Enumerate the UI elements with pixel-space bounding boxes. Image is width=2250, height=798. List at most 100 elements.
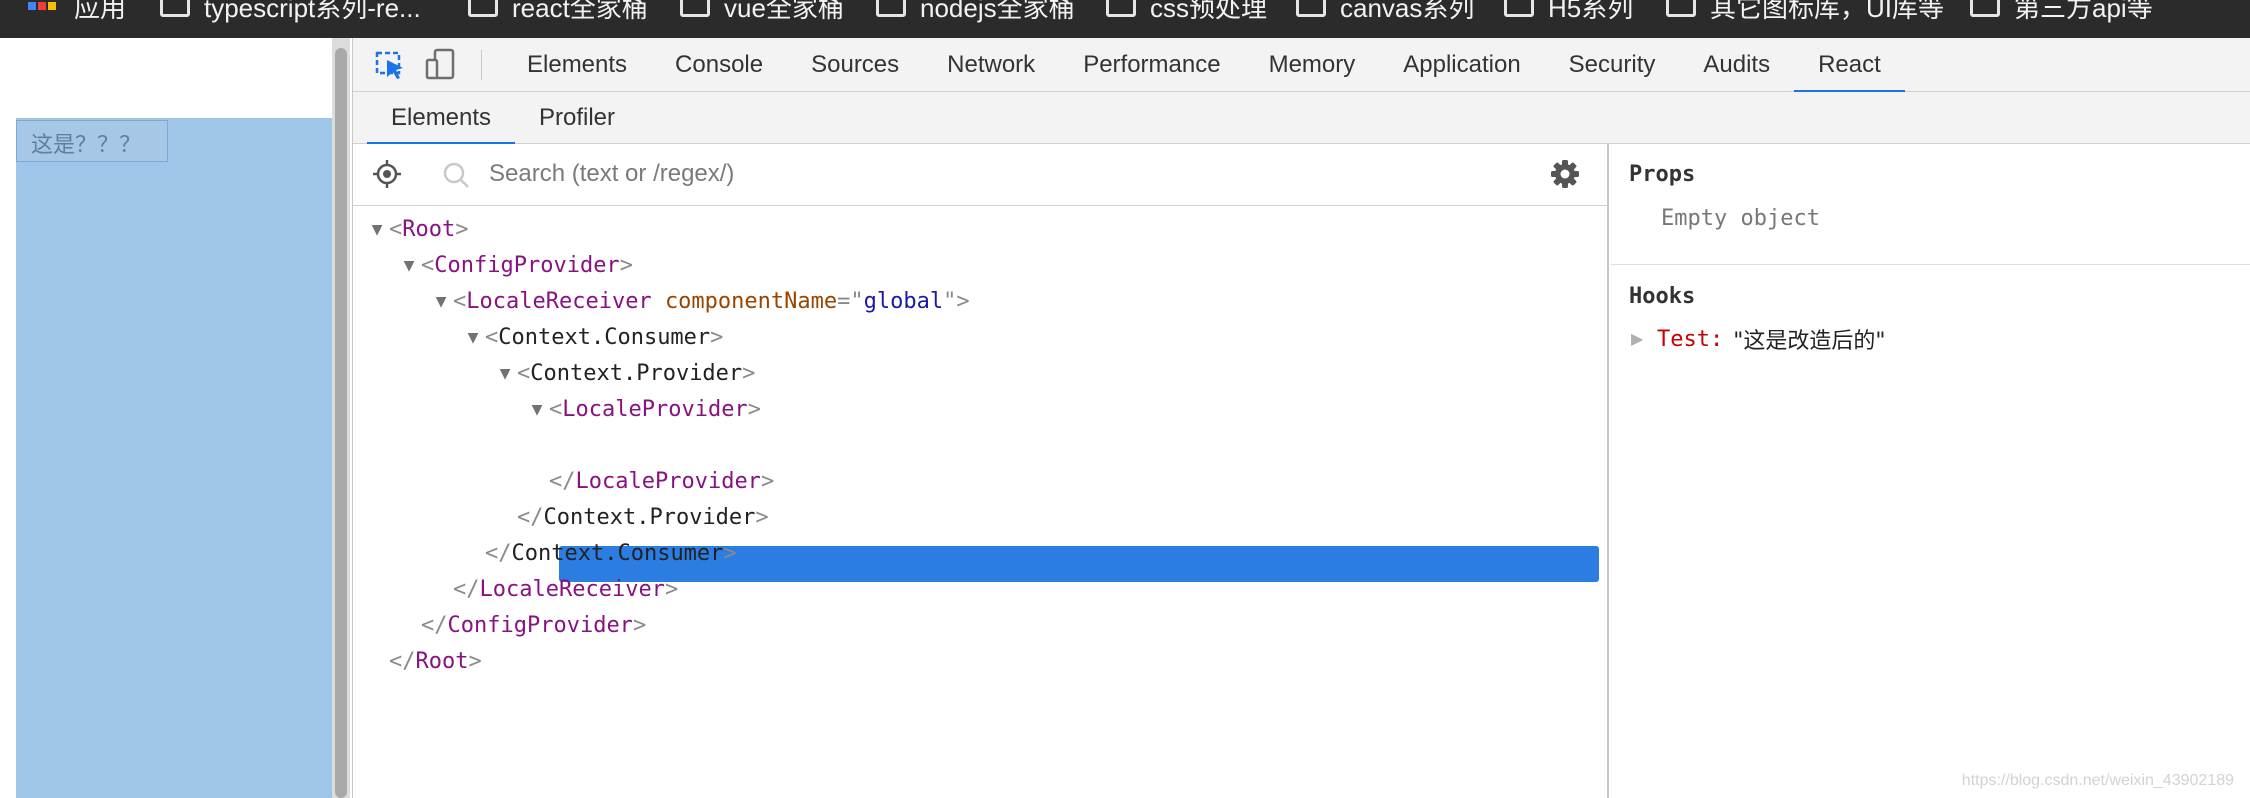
bookmark-label: vue全家桶 xyxy=(724,0,844,23)
tab-network[interactable]: Network xyxy=(923,38,1059,92)
inspected-element-highlight xyxy=(16,118,336,798)
bookmark-folder[interactable]: vue全家桶 xyxy=(680,0,844,23)
tree-row[interactable]: ▼ < LocaleReceiver componentName =" global "… xyxy=(429,284,970,318)
search-input[interactable] xyxy=(489,154,1389,194)
bookmark-apps-label: 应用 xyxy=(74,0,127,23)
tree-row[interactable]: ▼ < LocaleProvider > xyxy=(525,392,761,426)
device-toolbar-icon[interactable] xyxy=(423,48,459,82)
expand-caret-icon[interactable]: ▼ xyxy=(397,255,421,276)
tree-row[interactable]: ▼ < Root > xyxy=(365,212,469,246)
react-subtabs: Elements Profiler xyxy=(353,92,2250,145)
folder-icon xyxy=(1504,0,1534,17)
devtools-tabs: Elements Console Sources Network Perform… xyxy=(503,38,1905,93)
bookmark-label: nodejs全家桶 xyxy=(920,0,1075,23)
bookmark-folder[interactable]: H5系列 xyxy=(1504,0,1634,23)
tree-row-selected[interactable]: ▶ <Unknown>…</Unknown> == $r xyxy=(563,428,932,462)
tab-application[interactable]: Application xyxy=(1379,38,1544,92)
folder-icon xyxy=(160,0,190,17)
component-name: LocaleProvider xyxy=(562,396,748,422)
component-name: LocaleProvider xyxy=(575,468,761,494)
component-name: Root xyxy=(415,648,469,674)
expand-caret-icon[interactable]: ▼ xyxy=(493,363,517,384)
expand-caret-icon[interactable]: ▼ xyxy=(429,291,453,312)
toolbar-divider xyxy=(481,50,482,80)
component-name: ConfigProvider xyxy=(434,252,620,278)
bookmark-label: canvas系列 xyxy=(1340,0,1475,23)
folder-icon xyxy=(1666,0,1696,17)
apps-grid-icon[interactable] xyxy=(28,0,58,18)
bookmark-folder[interactable]: react全家桶 xyxy=(468,0,648,23)
folder-icon xyxy=(1970,0,2000,17)
tree-row[interactable]: </LocaleProvider > xyxy=(549,464,774,498)
web-page: 这是？？？ xyxy=(0,38,336,798)
tab-react[interactable]: React xyxy=(1794,38,1905,93)
tab-elements[interactable]: Elements xyxy=(503,38,651,92)
tab-memory[interactable]: Memory xyxy=(1245,38,1380,92)
devtools-toolbar: Elements Console Sources Network Perform… xyxy=(353,38,2250,93)
folder-icon xyxy=(1106,0,1136,17)
hooks-title: Hooks xyxy=(1629,284,1696,309)
component-name: ConfigProvider xyxy=(447,612,633,638)
props-title: Props xyxy=(1629,162,1696,187)
prop-value: global xyxy=(863,288,944,314)
hook-item[interactable]: ▶ Test: "这是改造后的" xyxy=(1631,322,1885,356)
selection-marker: == $r xyxy=(865,432,932,458)
page-scrollbar-thumb[interactable] xyxy=(335,48,347,798)
tab-audits[interactable]: Audits xyxy=(1679,38,1794,92)
expand-caret-icon[interactable]: ▶ xyxy=(563,435,587,456)
tree-row[interactable]: </LocaleReceiver > xyxy=(453,572,678,606)
bookmark-folder[interactable]: 第三方api等 xyxy=(1970,0,2153,23)
bookmark-folder[interactable]: nodejs全家桶 xyxy=(876,0,1075,23)
folder-icon xyxy=(468,0,498,17)
props-pane: Props Empty object Hooks ▶ Test: "这是改造后的… xyxy=(1611,144,2250,798)
tree-row[interactable]: </Context.Consumer > xyxy=(485,536,737,570)
tree-row[interactable]: ▼ < ConfigProvider > xyxy=(397,248,633,282)
hook-value: "这是改造后的" xyxy=(1733,329,1886,354)
tab-sources[interactable]: Sources xyxy=(787,38,923,92)
bookmark-label: typescript系列-re... xyxy=(204,0,421,23)
bookmark-apps[interactable]: 应用 xyxy=(74,0,127,23)
search-bar xyxy=(353,144,1609,206)
subtab-elements[interactable]: Elements xyxy=(366,92,516,145)
bookmark-label: 其它图标库，UI库等 xyxy=(1710,0,1945,23)
bookmark-label: react全家桶 xyxy=(512,0,648,23)
bookmark-label: 第三方api等 xyxy=(2014,0,2153,23)
page-text-box: 这是？？？ xyxy=(16,120,168,162)
bookmark-folder[interactable]: typescript系列-re... xyxy=(160,0,421,23)
prop-name: componentName xyxy=(664,288,838,314)
bookmark-label: css预处理 xyxy=(1150,0,1268,23)
expand-caret-icon[interactable]: ▼ xyxy=(461,327,485,348)
component-name: Context.Provider xyxy=(543,504,756,530)
component-tree-pane: ▼ <Root> ▼ <ConfigProvider> ▼ <LocaleRec… xyxy=(353,144,1609,798)
component-collapsed: <Unknown>…</Unknown> xyxy=(587,432,852,458)
component-name: Context.Provider xyxy=(530,360,743,386)
select-element-icon[interactable] xyxy=(371,158,403,190)
tree-row[interactable]: ▼ < Context.Provider > xyxy=(493,356,756,390)
tab-security[interactable]: Security xyxy=(1545,38,1680,92)
bookmark-folder[interactable]: canvas系列 xyxy=(1296,0,1475,23)
tree-row[interactable]: </ConfigProvider > xyxy=(421,608,646,642)
props-empty-text: Empty object xyxy=(1661,206,1820,231)
folder-icon xyxy=(680,0,710,17)
bookmark-folder[interactable]: 其它图标库，UI库等 xyxy=(1666,0,1945,23)
tree-row[interactable]: </Context.Provider > xyxy=(517,500,769,534)
gear-icon[interactable] xyxy=(1549,158,1581,190)
watermark: https://blog.csdn.net/weixin_43902189 xyxy=(1961,772,2234,789)
tab-performance[interactable]: Performance xyxy=(1059,38,1244,92)
expand-caret-icon[interactable]: ▼ xyxy=(525,399,549,420)
expand-caret-icon[interactable]: ▼ xyxy=(365,219,389,240)
bookmark-label: H5系列 xyxy=(1548,0,1634,23)
tree-row[interactable]: </Root > xyxy=(389,644,482,678)
component-name: LocaleReceiver xyxy=(479,576,665,602)
expand-caret-icon[interactable]: ▶ xyxy=(1631,329,1647,349)
component-name: LocaleReceiver xyxy=(466,288,652,314)
hook-name: Test: xyxy=(1657,326,1724,352)
tab-console[interactable]: Console xyxy=(651,38,787,92)
subtab-profiler[interactable]: Profiler xyxy=(539,92,615,144)
tree-row[interactable]: ▼ < Context.Consumer > xyxy=(461,320,724,354)
inspect-element-icon[interactable] xyxy=(373,48,409,82)
component-name: Context.Consumer xyxy=(498,324,711,350)
bookmark-folder[interactable]: css预处理 xyxy=(1106,0,1268,23)
section-divider xyxy=(1611,264,2250,265)
folder-icon xyxy=(876,0,906,17)
